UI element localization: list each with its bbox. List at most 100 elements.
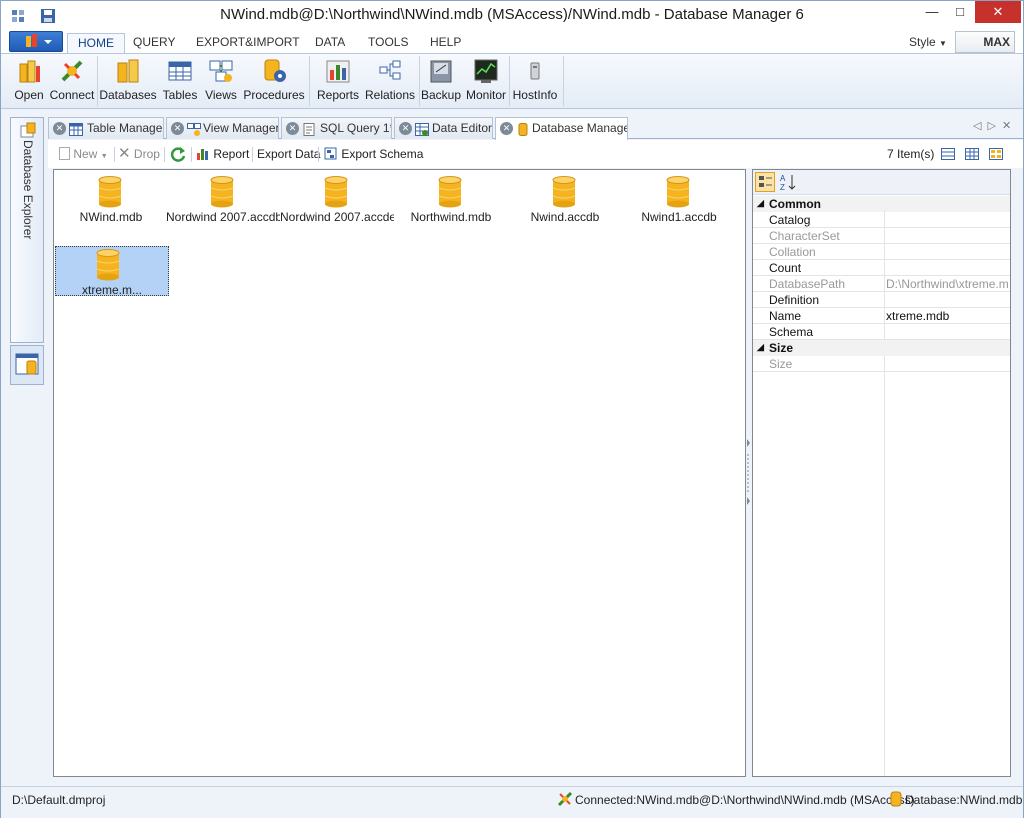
relations-label: Relations xyxy=(365,88,416,102)
property-row[interactable]: Schema xyxy=(753,324,1010,340)
export-schema-button[interactable]: Export Schema xyxy=(324,147,423,161)
list-view-icon[interactable] xyxy=(965,148,979,163)
status-bar: D:\Default.dmproj Connected:NWind.mdb@D:… xyxy=(1,786,1023,818)
property-row[interactable]: Collation xyxy=(753,244,1010,260)
tab-view-manager[interactable]: ✕ View Manager xyxy=(166,117,279,139)
property-row[interactable]: Size xyxy=(753,356,1010,372)
scroll-right-icon[interactable]: ▷ xyxy=(987,120,1001,132)
document-tab-bar: ✕ Table Manager ✕ View Manager ✕ SQL Que… xyxy=(48,115,1023,140)
export-schema-icon xyxy=(324,147,338,161)
database-explorer-icon xyxy=(20,122,36,141)
monitor-button[interactable]: Monitor xyxy=(465,56,507,106)
hostinfo-icon xyxy=(522,58,548,84)
open-button[interactable]: Open xyxy=(11,56,47,106)
minimize-button[interactable]: — xyxy=(917,1,947,23)
views-button[interactable]: Views xyxy=(203,56,239,106)
tab-export-import[interactable]: EXPORT&IMPORT xyxy=(186,33,310,53)
tab-home[interactable]: HOME xyxy=(67,33,125,53)
reports-button[interactable]: Reports xyxy=(315,56,361,106)
property-grid: AZ ◢ Common Catalog CharacterSet Collatio… xyxy=(752,169,1011,777)
scroll-left-icon[interactable]: ◁ xyxy=(973,120,987,132)
categorized-view-icon[interactable] xyxy=(755,172,775,192)
toolbar-separator xyxy=(252,147,253,162)
property-row[interactable]: DatabasePath D:\Northwind\xtreme.md xyxy=(753,276,1010,292)
max-button[interactable]: MAX xyxy=(955,31,1015,53)
collapse-icon[interactable]: ◢ xyxy=(757,198,764,209)
connection-status: Connected:NWind.mdb@D:\Northwind\NWind.m… xyxy=(575,793,915,807)
report-button[interactable]: Report xyxy=(196,147,249,161)
drop-label: Drop xyxy=(133,147,160,161)
collapse-icon[interactable]: ◢ xyxy=(757,342,764,353)
relations-button[interactable]: Relations xyxy=(365,56,415,106)
database-item-selected[interactable]: xtreme.m... xyxy=(55,246,169,297)
hostinfo-button[interactable]: HostInfo xyxy=(511,56,559,106)
tab-tools[interactable]: TOOLS xyxy=(358,33,418,53)
style-label: Style xyxy=(909,35,936,49)
databases-button[interactable]: Databases xyxy=(99,56,157,106)
database-name: Nwind1.accdb xyxy=(641,210,717,224)
new-button[interactable]: New ▼ xyxy=(59,147,108,161)
database-name: Nordwind 2007.accdb xyxy=(166,210,280,224)
export-data-button[interactable]: Export Data xyxy=(257,147,320,161)
new-label: New xyxy=(73,147,98,161)
data-editor-icon xyxy=(415,122,429,136)
tab-sql-query-1[interactable]: ✕ SQL Query 1* xyxy=(281,117,392,139)
tab-navigation[interactable]: ◁▷✕ xyxy=(973,119,1017,132)
close-tab-icon[interactable]: ✕ xyxy=(171,122,184,135)
backup-button[interactable]: Backup xyxy=(421,56,461,106)
property-row[interactable]: Catalog xyxy=(753,212,1010,228)
database-item[interactable]: Nwind1.accdb xyxy=(622,174,736,224)
close-tab-icon[interactable]: ✕ xyxy=(53,122,66,135)
left-dock-bar: Database Explorer xyxy=(8,115,46,777)
toolbar-separator xyxy=(114,147,115,162)
category-size[interactable]: ◢ Size xyxy=(753,340,1010,356)
maximize-button[interactable]: □ xyxy=(945,1,975,23)
close-tab-icon[interactable]: ✕ xyxy=(286,122,299,135)
style-dropdown[interactable]: Style ▼ xyxy=(909,35,947,49)
property-key: Catalog xyxy=(769,213,811,227)
close-tab-icon[interactable]: ✕ xyxy=(399,122,412,135)
database-item[interactable]: Nordwind 2007.accdb xyxy=(166,174,280,224)
property-value[interactable]: D:\Northwind\xtreme.md xyxy=(886,277,1008,291)
icon-view-icon[interactable] xyxy=(989,148,1003,163)
procedures-button[interactable]: Procedures xyxy=(243,56,305,106)
database-item[interactable]: Nwind.accdb xyxy=(508,174,622,224)
database-icon xyxy=(324,176,348,208)
close-button[interactable]: ✕ xyxy=(975,1,1021,23)
database-manager-dock-tab[interactable] xyxy=(10,345,44,385)
tab-data-editor[interactable]: ✕ Data Editor xyxy=(394,117,493,139)
alphabetical-sort-icon[interactable]: AZ xyxy=(779,172,799,195)
database-explorer-label: Database Explorer xyxy=(21,140,35,240)
property-row[interactable]: Count xyxy=(753,260,1010,276)
database-item[interactable]: NWind.mdb xyxy=(54,174,168,224)
close-document-icon[interactable]: ✕ xyxy=(1002,120,1017,132)
database-name: NWind.mdb xyxy=(79,210,143,224)
tab-data[interactable]: DATA xyxy=(305,33,355,53)
property-row[interactable]: Name xtreme.mdb xyxy=(753,308,1010,324)
refresh-button[interactable] xyxy=(169,145,187,166)
database-item[interactable]: Northwind.mdb xyxy=(394,174,508,224)
database-explorer-tab[interactable]: Database Explorer xyxy=(10,117,44,343)
property-value[interactable]: xtreme.mdb xyxy=(886,309,1008,323)
details-view-icon[interactable] xyxy=(941,148,955,163)
database-item[interactable]: Nordwind 2007.accde xyxy=(280,174,394,224)
property-row[interactable]: Definition xyxy=(753,292,1010,308)
tab-table-manager[interactable]: ✕ Table Manager xyxy=(48,117,164,139)
property-key: CharacterSet xyxy=(769,229,840,243)
ribbon-separator xyxy=(309,56,310,106)
application-button[interactable] xyxy=(9,31,63,52)
drop-button[interactable]: ✕ Drop xyxy=(118,146,160,161)
reports-icon xyxy=(325,58,351,84)
tab-label: Database Manager xyxy=(532,121,628,135)
ribbon: Open Connect Databases Tables Views Proc… xyxy=(1,53,1023,109)
tab-help[interactable]: HELP xyxy=(420,33,471,53)
tab-query[interactable]: QUERY xyxy=(123,33,185,53)
tables-button[interactable]: Tables xyxy=(159,56,201,106)
views-icon xyxy=(208,58,234,84)
category-common[interactable]: ◢ Common xyxy=(753,196,1010,212)
property-row[interactable]: CharacterSet xyxy=(753,228,1010,244)
database-icon xyxy=(666,176,690,208)
connect-button[interactable]: Connect xyxy=(49,56,95,106)
close-tab-icon[interactable]: ✕ xyxy=(500,122,513,135)
tab-database-manager[interactable]: ✕ Database Manager xyxy=(495,117,628,140)
